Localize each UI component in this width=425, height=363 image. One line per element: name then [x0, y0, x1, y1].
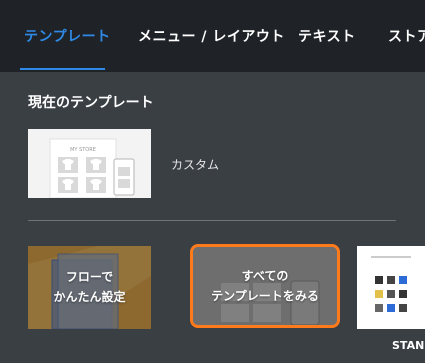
active-tab-indicator: [20, 68, 105, 70]
svg-text:MY STORE: MY STORE: [70, 147, 96, 153]
tab-store[interactable]: ストア: [388, 26, 425, 46]
all-card-line2: テンプレートをみる: [211, 289, 319, 303]
tab-menu-layout[interactable]: メニュー / レイアウト: [138, 26, 285, 46]
flow-card-line2: かんたん設定: [53, 290, 126, 304]
current-template-thumbnail[interactable]: MY STORE: [28, 129, 151, 198]
view-all-templates-card[interactable]: すべての テンプレートをみる: [190, 244, 340, 328]
current-template-name: カスタム: [171, 158, 220, 172]
template-preview-image: MY STORE: [28, 129, 151, 198]
section-divider: [28, 220, 396, 221]
tab-text[interactable]: テキスト: [298, 26, 356, 46]
standard-template-label: STAN: [392, 339, 425, 352]
section-title: 現在のテンプレート: [28, 95, 154, 111]
template-card-standard[interactable]: [357, 246, 425, 329]
flow-setup-card[interactable]: フローで かんたん設定: [28, 246, 151, 329]
standard-template-preview: [357, 246, 425, 329]
all-templates-background: [193, 247, 337, 325]
tab-template[interactable]: テンプレート: [24, 26, 111, 46]
all-card-line1: すべての: [241, 269, 289, 283]
flow-card-line1: フローで: [65, 270, 114, 284]
top-tab-bar: テンプレート メニュー / レイアウト テキスト ストア: [0, 0, 425, 72]
